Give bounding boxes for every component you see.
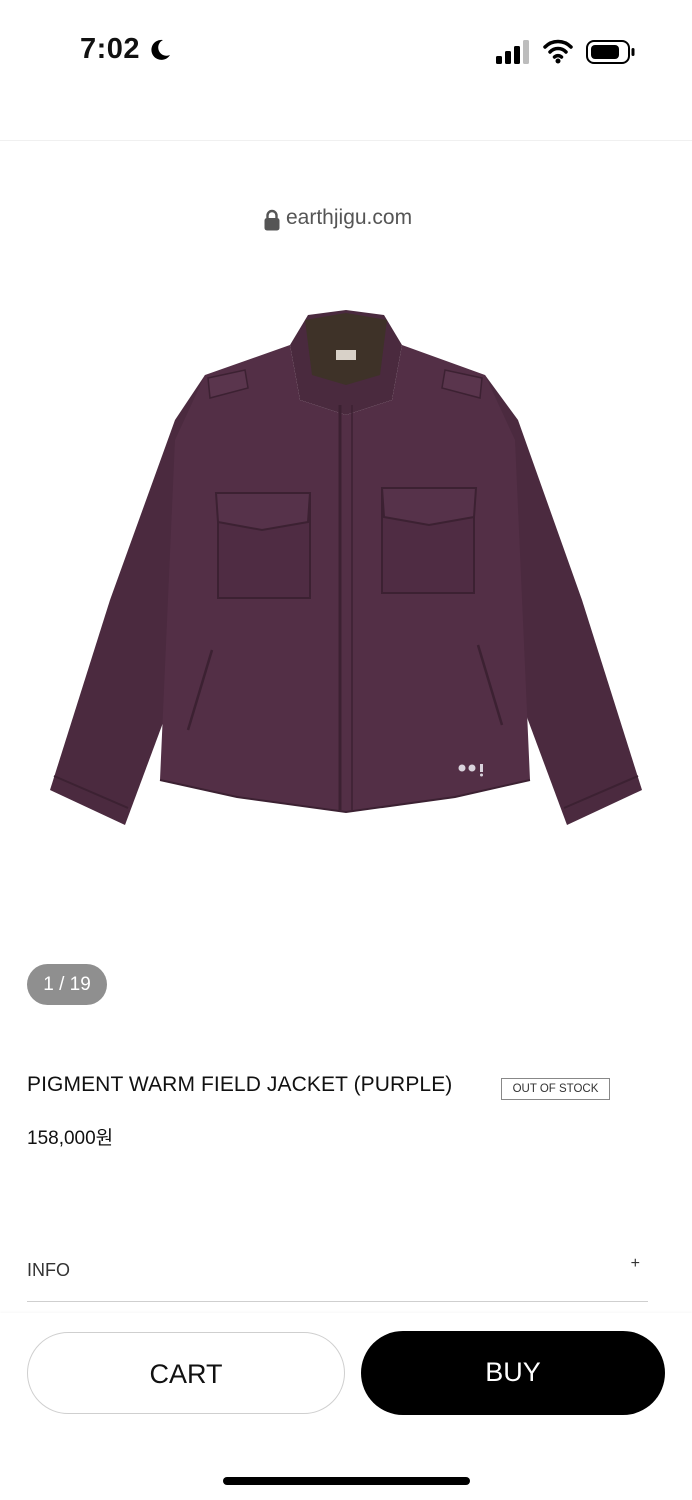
home-indicator[interactable] [223,1477,470,1485]
buy-button[interactable]: BUY [361,1331,665,1415]
product-price: 158,000원 [27,1128,114,1149]
battery-icon [586,40,635,64]
status-bar: 7:02 [0,0,692,100]
expand-plus-icon[interactable]: + [631,1255,640,1273]
moon-icon [151,39,170,60]
out-of-stock-badge: OUT OF STOCK [501,1078,610,1100]
cellular-signal-icon [496,40,529,64]
url-text: earthjigu.com [286,206,413,229]
product-title: PIGMENT WARM FIELD JACKET (PURPLE) [27,1073,453,1096]
status-time: 7:02 [80,33,141,65]
info-accordion[interactable]: INFO + [27,1255,648,1302]
slide-counter: 1 / 19 [27,964,107,1005]
wifi-icon [543,39,573,64]
info-label: INFO [27,1260,70,1280]
lock-icon [264,209,280,231]
browser-url-bar[interactable]: earthjigu.com [0,100,692,231]
product-image[interactable] [40,300,652,840]
cart-button[interactable]: CART [27,1332,345,1414]
